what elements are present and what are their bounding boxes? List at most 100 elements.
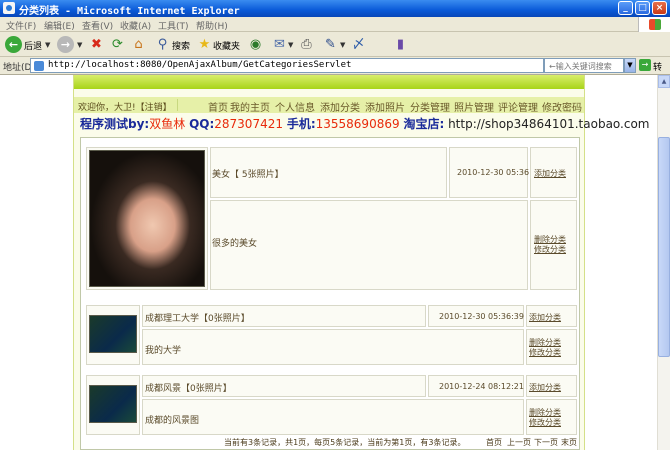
category-date-cell: 2010-12-30 05:36:53 [449, 147, 542, 198]
add-category-link[interactable]: 添加分类 [529, 312, 561, 323]
category-list: 美女【 5张照片】 2010-12-30 05:36:53 添加分类 很多的美女… [80, 137, 580, 450]
keyword-search-input[interactable]: ←输入关键词搜索 [544, 58, 624, 73]
category-description-cell: 成都的风景图 [142, 399, 524, 435]
category-name: 美女【 5张照片】 [212, 170, 284, 180]
edit-category-link[interactable]: 修改分类 [529, 417, 561, 428]
menu-tools[interactable]: 工具(T) [158, 19, 189, 32]
author-info: 程序测试by:双鱼林 QQ:287307421 手机:13558690869 淘… [80, 115, 650, 132]
favorites-button[interactable]: 收藏夹 [213, 39, 240, 52]
forward-dropdown-icon[interactable]: ▼ [77, 41, 82, 49]
mail-dropdown-icon[interactable]: ▼ [288, 41, 293, 49]
info-prefix: 程序测试by: [80, 117, 150, 131]
category-description: 很多的美女 [212, 239, 258, 249]
menu-favorites[interactable]: 收藏(A) [120, 19, 151, 32]
window-title: 分类列表 - Microsoft Internet Explorer [19, 6, 240, 17]
info-author: 双鱼林 [149, 117, 186, 131]
category-date-cell: 2010-12-30 05:36:39 [428, 305, 524, 327]
stop-icon[interactable]: ✖ [88, 36, 105, 53]
nav-my-page[interactable]: 我的主页 [230, 99, 270, 114]
category-date: 2010-12-24 08:12:21 [439, 382, 524, 391]
nav-home[interactable]: 首页 [208, 99, 228, 114]
pager-last[interactable]: 末页 [561, 437, 577, 448]
add-category-link[interactable]: 添加分类 [534, 168, 566, 179]
search-icon[interactable]: ⚲ [154, 36, 171, 53]
home-icon[interactable]: ⌂ [130, 36, 147, 53]
favorites-star-icon[interactable]: ★ [196, 36, 213, 53]
address-input[interactable]: http://localhost:8080/OpenAjaxAlbum/GetC… [30, 58, 544, 73]
category-photo-cell [86, 305, 140, 365]
category-actions-cell: 删除分类 修改分类 [530, 200, 577, 290]
pager-next[interactable]: 下一页 [534, 437, 558, 448]
vertical-scrollbar[interactable]: ▲ [657, 75, 670, 450]
category-name: 成都理工大学【0张照片】 [145, 314, 250, 324]
back-button[interactable]: 后退 [24, 39, 42, 52]
back-arrow-icon[interactable]: ← [5, 36, 22, 53]
category-name-cell: 美女【 5张照片】 [210, 147, 447, 198]
page-content: 欢迎你，大卫!【注销】 首页 我的主页 个人信息 添加分类 添加照片 分类管理 … [0, 75, 670, 450]
refresh-icon[interactable]: ⟳ [109, 36, 126, 53]
nav-add-category[interactable]: 添加分类 [320, 99, 360, 114]
toolbar: ← 后退 ▼ → ▼ ✖ ⟳ ⌂ ⚲ 搜索 ★ 收藏夹 ◉ ✉ ▼ ⎙ ✎ ▼ … [0, 32, 670, 57]
edit-icon[interactable]: ✎ [322, 36, 339, 53]
category-add-cell: 添加分类 [530, 147, 577, 198]
header-band [74, 75, 584, 89]
nav-comment-manage[interactable]: 评论管理 [498, 99, 538, 114]
search-placeholder: ←输入关键词搜索 [549, 62, 612, 71]
menu-bar: 文件(F) 编辑(E) 查看(V) 收藏(A) 工具(T) 帮助(H) [0, 17, 670, 32]
media-icon[interactable]: ◉ [247, 36, 264, 53]
menu-help[interactable]: 帮助(H) [196, 19, 228, 32]
category-photo[interactable] [89, 385, 137, 423]
nav-photo-manage[interactable]: 照片管理 [454, 99, 494, 114]
edit-category-link[interactable]: 修改分类 [529, 347, 561, 358]
forward-arrow-icon[interactable]: → [57, 36, 74, 53]
category-description-cell: 很多的美女 [210, 200, 528, 290]
close-button[interactable]: × [652, 1, 667, 15]
address-dropdown-icon[interactable]: ▼ [624, 58, 636, 73]
category-photo[interactable] [89, 315, 137, 353]
search-button[interactable]: 搜索 [172, 39, 190, 52]
category-photo[interactable] [89, 150, 205, 287]
nav-change-password[interactable]: 修改密码 [542, 99, 582, 114]
messenger-icon[interactable]: 〆 [350, 36, 367, 53]
nav-add-photo[interactable]: 添加照片 [365, 99, 405, 114]
pager-first[interactable]: 首页 [486, 437, 502, 448]
info-phone: 13558690869 [315, 117, 400, 131]
mail-icon[interactable]: ✉ [271, 36, 288, 53]
print-icon[interactable]: ⎙ [298, 36, 315, 53]
category-name-cell: 成都风景【0张照片】 [142, 375, 426, 397]
info-shop-label: 淘宝店: [403, 117, 445, 131]
menu-edit[interactable]: 编辑(E) [44, 19, 75, 32]
pager-prev[interactable]: 上一页 [507, 437, 531, 448]
album-page: 欢迎你，大卫!【注销】 首页 我的主页 个人信息 添加分类 添加照片 分类管理 … [73, 75, 650, 450]
category-actions-cell: 删除分类 修改分类 [526, 329, 577, 365]
info-shop-url[interactable]: http://shop34864101.taobao.com [448, 117, 649, 131]
minimize-button[interactable]: _ [618, 1, 633, 15]
nav-profile[interactable]: 个人信息 [275, 99, 315, 114]
nav-category-manage[interactable]: 分类管理 [410, 99, 450, 114]
add-category-link[interactable]: 添加分类 [529, 382, 561, 393]
ie-icon [3, 2, 15, 14]
address-url[interactable]: http://localhost:8080/OpenAjaxAlbum/GetC… [48, 60, 351, 70]
top-nav: 欢迎你，大卫!【注销】 首页 我的主页 个人信息 添加分类 添加照片 分类管理 … [74, 97, 584, 114]
category-photo-cell [86, 147, 208, 290]
info-qq-label: QQ: [189, 117, 215, 131]
research-icon[interactable]: ▮ [392, 36, 409, 53]
go-button[interactable]: → 转到 [638, 58, 670, 86]
category-name: 成都风景【0张照片】 [145, 384, 232, 394]
back-dropdown-icon[interactable]: ▼ [45, 41, 50, 49]
scroll-thumb[interactable] [658, 137, 670, 357]
maximize-button[interactable]: □ [635, 1, 650, 15]
menu-file[interactable]: 文件(F) [6, 19, 36, 32]
welcome-text[interactable]: 欢迎你，大卫!【注销】 [78, 100, 172, 113]
menu-view[interactable]: 查看(V) [82, 19, 113, 32]
scroll-up-arrow-icon[interactable]: ▲ [658, 75, 670, 88]
edit-category-link[interactable]: 修改分类 [534, 244, 566, 255]
info-qq: 287307421 [214, 117, 283, 131]
category-date-cell: 2010-12-24 08:12:21 [428, 375, 524, 397]
edit-dropdown-icon[interactable]: ▼ [340, 41, 345, 49]
category-add-cell: 添加分类 [526, 375, 577, 397]
title-bar: 分类列表 - Microsoft Internet Explorer _ □ × [0, 0, 670, 17]
windows-logo-icon [638, 17, 670, 32]
category-name-cell: 成都理工大学【0张照片】 [142, 305, 426, 327]
category-add-cell: 添加分类 [526, 305, 577, 327]
